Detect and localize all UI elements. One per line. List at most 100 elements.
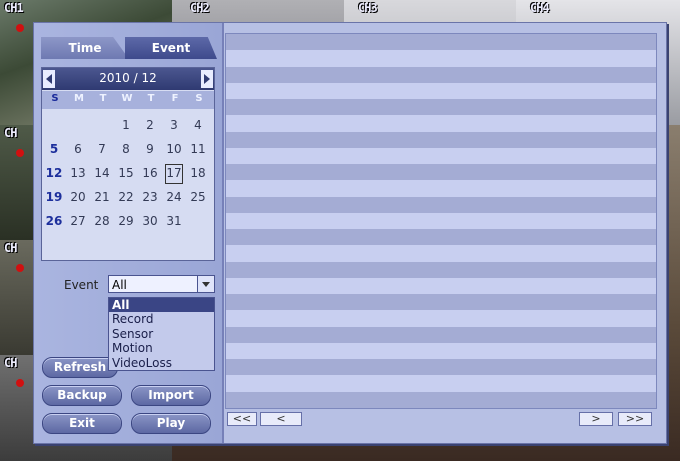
list-item[interactable] <box>226 164 656 181</box>
event-filter-option[interactable]: Record <box>109 312 214 326</box>
last-page-button[interactable]: >> <box>618 412 652 426</box>
calendar-day[interactable]: 15 <box>115 164 137 182</box>
calendar-day[interactable]: 23 <box>139 188 161 206</box>
list-item[interactable] <box>226 342 656 359</box>
calendar-day[interactable]: 7 <box>91 140 113 158</box>
event-filter-option[interactable]: VideoLoss <box>109 356 214 370</box>
record-indicator <box>16 24 24 32</box>
prev-page-button[interactable]: < <box>260 412 302 426</box>
list-item[interactable] <box>226 34 656 51</box>
event-filter-option[interactable]: All <box>109 298 214 313</box>
event-filter-option[interactable]: Sensor <box>109 327 214 341</box>
weekday-label: S <box>51 93 59 104</box>
weekday-label: M <box>74 93 84 104</box>
calendar-day[interactable]: 10 <box>163 140 185 158</box>
camera-label: CH1 <box>4 1 24 15</box>
camera-label: CH <box>4 356 17 370</box>
camera-label: CH4 <box>530 1 550 15</box>
weekday-label: W <box>121 93 133 104</box>
camera-label: CH2 <box>190 1 210 15</box>
list-item[interactable] <box>226 147 656 164</box>
calendar-day[interactable]: 6 <box>67 140 89 158</box>
list-item[interactable] <box>226 359 656 376</box>
play-button[interactable]: Play <box>131 413 211 434</box>
import-button[interactable]: Import <box>131 385 211 406</box>
event-filter-option[interactable]: Motion <box>109 341 214 355</box>
calendar-day[interactable]: 12 <box>43 164 65 182</box>
calendar-day[interactable]: 4 <box>187 116 209 134</box>
list-item[interactable] <box>226 180 656 197</box>
list-item[interactable] <box>226 212 656 229</box>
calendar-header: 2010 / 12 <box>42 68 214 90</box>
event-list[interactable] <box>225 33 657 409</box>
list-item[interactable] <box>226 66 656 83</box>
event-filter-select[interactable]: All <box>108 275 215 293</box>
record-indicator <box>16 149 24 157</box>
list-item[interactable] <box>226 245 656 262</box>
list-item[interactable] <box>226 196 656 213</box>
calendar-day[interactable]: 27 <box>67 212 89 230</box>
record-indicator <box>16 264 24 272</box>
weekday-header: SMTWTFS <box>42 91 214 109</box>
event-filter-value: All <box>112 278 127 292</box>
arrow-right-icon <box>204 74 210 84</box>
weekday-label: T <box>147 93 155 104</box>
list-item[interactable] <box>226 99 656 116</box>
chevron-down-icon[interactable] <box>197 276 214 292</box>
list-item[interactable] <box>226 375 656 392</box>
calendar-day[interactable]: 8 <box>115 140 137 158</box>
calendar-day[interactable]: 1 <box>115 116 137 134</box>
calendar-day[interactable]: 29 <box>115 212 137 230</box>
camera-label: CH <box>4 241 17 255</box>
weekday-label: S <box>195 93 203 104</box>
tab-time[interactable]: Time <box>41 37 129 59</box>
calendar-day[interactable]: 17 <box>165 164 183 184</box>
list-item[interactable] <box>226 82 656 99</box>
calendar-day[interactable]: 14 <box>91 164 113 182</box>
list-item[interactable] <box>226 310 656 327</box>
exit-button[interactable]: Exit <box>42 413 122 434</box>
list-item[interactable] <box>226 115 656 132</box>
calendar-day[interactable]: 20 <box>67 188 89 206</box>
search-mode-tabs: Time Event <box>41 37 217 59</box>
backup-button[interactable]: Backup <box>42 385 122 406</box>
event-filter-label: Event <box>64 278 99 292</box>
calendar-day[interactable]: 22 <box>115 188 137 206</box>
calendar-day[interactable]: 30 <box>139 212 161 230</box>
next-page-button[interactable]: > <box>579 412 613 426</box>
calendar-day[interactable]: 28 <box>91 212 113 230</box>
calendar-day[interactable]: 26 <box>43 212 65 230</box>
calendar-day[interactable]: 24 <box>163 188 185 206</box>
calendar-month-title: 2010 / 12 <box>99 71 157 85</box>
camera-label: CH <box>4 126 17 140</box>
first-page-button[interactable]: << <box>227 412 257 426</box>
list-item[interactable] <box>226 50 656 67</box>
calendar-day[interactable]: 9 <box>139 140 161 158</box>
calendar-day[interactable]: 13 <box>67 164 89 182</box>
calendar-day[interactable]: 11 <box>187 140 209 158</box>
list-item[interactable] <box>226 391 656 408</box>
next-month-button[interactable] <box>201 70 213 88</box>
list-item[interactable] <box>226 277 656 294</box>
camera-label: CH3 <box>358 1 378 15</box>
calendar-day[interactable]: 2 <box>139 116 161 134</box>
list-item[interactable] <box>226 326 656 343</box>
event-filter-dropdown: All Record Sensor Motion VideoLoss <box>108 297 215 371</box>
calendar-day[interactable]: 25 <box>187 188 209 206</box>
tab-event[interactable]: Event <box>125 37 217 59</box>
calendar-day[interactable]: 18 <box>187 164 209 182</box>
list-item[interactable] <box>226 229 656 246</box>
calendar-day[interactable]: 16 <box>139 164 161 182</box>
weekday-label: T <box>99 93 107 104</box>
calendar-day[interactable]: 5 <box>43 140 65 158</box>
dvr-screen: CH1 CH2 CH3 CH4 CH CH CH Time Event 2010… <box>0 0 680 461</box>
list-item[interactable] <box>226 261 656 278</box>
calendar-day[interactable]: 21 <box>91 188 113 206</box>
event-search-panel: Time Event 2010 / 12 SMTWTFS 1 2 3 4 5 6 7 8 9 10… <box>33 22 667 444</box>
list-item[interactable] <box>226 294 656 311</box>
calendar-day[interactable]: 3 <box>163 116 185 134</box>
calendar-day[interactable]: 19 <box>43 188 65 206</box>
list-item[interactable] <box>226 131 656 148</box>
refresh-button[interactable]: Refresh <box>42 357 118 378</box>
calendar-day[interactable]: 31 <box>163 212 185 230</box>
